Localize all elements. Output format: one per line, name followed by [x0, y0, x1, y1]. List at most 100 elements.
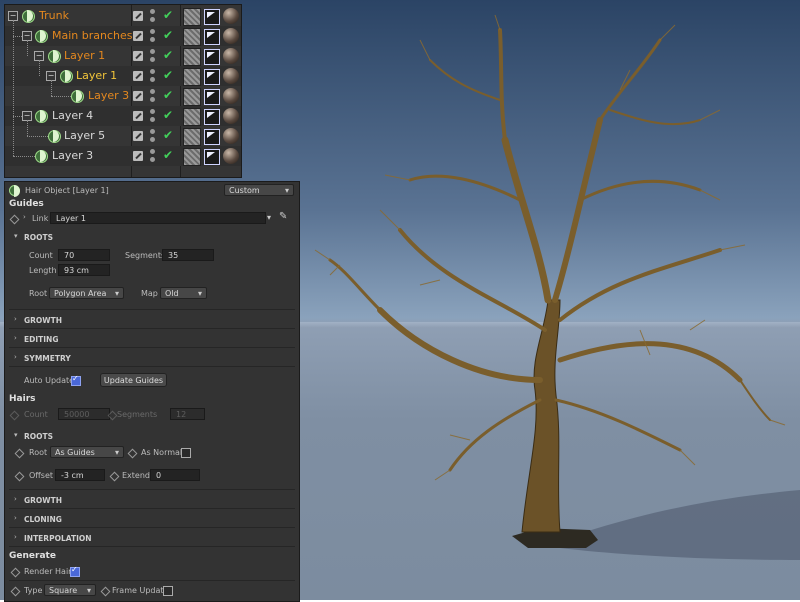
render-visibility-dot[interactable]: [150, 97, 155, 102]
type-dropdown[interactable]: Square: [44, 584, 96, 596]
render-visibility-dot[interactable]: [150, 137, 155, 142]
pick-icon[interactable]: ✎: [279, 211, 287, 222]
growth-group[interactable]: GROWTH: [24, 316, 62, 325]
hair-material-flag-icon[interactable]: [204, 29, 220, 45]
material-sphere-icon[interactable]: [223, 148, 239, 164]
cloning-group[interactable]: CLONING: [24, 515, 62, 524]
link-field[interactable]: Layer 1: [50, 212, 266, 224]
hair-material-flag-icon[interactable]: [204, 9, 220, 25]
object-name[interactable]: Layer 1: [64, 49, 105, 62]
object-name[interactable]: Trunk: [39, 9, 69, 22]
render-hairs-checkbox[interactable]: [70, 565, 80, 577]
editor-visibility-dot[interactable]: [150, 49, 155, 54]
checkmark-icon[interactable]: ✔: [163, 48, 173, 62]
editing-group[interactable]: EDITING: [24, 335, 58, 344]
render-visibility-dot[interactable]: [150, 37, 155, 42]
texture-tag-icon[interactable]: [183, 28, 201, 46]
chevron-right-icon[interactable]: ›: [14, 334, 17, 342]
object-row-main-branches[interactable]: − Main branches ✔: [5, 26, 241, 46]
chevron-right-icon[interactable]: ›: [14, 514, 17, 522]
editor-visibility-dot[interactable]: [150, 89, 155, 94]
keyframe-icon[interactable]: [14, 448, 25, 459]
edit-icon[interactable]: [133, 71, 143, 81]
keyframe-icon[interactable]: [109, 471, 120, 482]
texture-tag-icon[interactable]: [183, 68, 201, 86]
material-sphere-icon[interactable]: [223, 128, 239, 144]
map-dropdown[interactable]: Old: [160, 287, 207, 299]
object-row-layer-1-child[interactable]: − Layer 1 ✔: [5, 66, 241, 86]
hair-material-flag-icon[interactable]: [204, 129, 220, 145]
object-name[interactable]: Layer 3: [52, 149, 93, 162]
hairs-root-dropdown[interactable]: As Guides: [50, 446, 124, 458]
texture-tag-icon[interactable]: [183, 148, 201, 166]
edit-icon[interactable]: [133, 151, 143, 161]
hair-material-flag-icon[interactable]: [204, 149, 220, 165]
offset-field[interactable]: -3 cm: [55, 469, 105, 481]
object-name[interactable]: Layer 3: [88, 89, 129, 102]
chevron-right-icon[interactable]: ›: [14, 315, 17, 323]
hair-material-flag-icon[interactable]: [204, 49, 220, 65]
object-name[interactable]: Layer 4: [52, 109, 93, 122]
object-name[interactable]: Layer 5: [64, 129, 105, 142]
object-name[interactable]: Layer 1: [76, 69, 117, 82]
root-dropdown[interactable]: Polygon Area: [49, 287, 124, 299]
interpolation-group[interactable]: INTERPOLATION: [24, 534, 92, 543]
edit-icon[interactable]: [133, 91, 143, 101]
keyframe-icon[interactable]: [9, 410, 20, 421]
hairs-roots-group[interactable]: ROOTS: [24, 432, 53, 441]
chevron-right-icon[interactable]: ›: [23, 213, 26, 221]
edit-icon[interactable]: [133, 11, 143, 21]
render-visibility-dot[interactable]: [150, 17, 155, 22]
chevron-right-icon[interactable]: ›: [14, 495, 17, 503]
keyframe-icon[interactable]: [14, 471, 25, 482]
chevron-down-icon[interactable]: ▾: [14, 232, 18, 240]
keyframe-icon[interactable]: [10, 567, 21, 578]
keyframe-icon[interactable]: [10, 586, 21, 597]
texture-tag-icon[interactable]: [183, 48, 201, 66]
checkmark-icon[interactable]: ✔: [163, 28, 173, 42]
object-row-trunk[interactable]: − Trunk ✔: [5, 6, 241, 26]
hair-material-flag-icon[interactable]: [204, 89, 220, 105]
material-sphere-icon[interactable]: [223, 8, 239, 24]
material-sphere-icon[interactable]: [223, 88, 239, 104]
render-visibility-dot[interactable]: [150, 77, 155, 82]
mode-dropdown[interactable]: Custom: [224, 184, 294, 196]
segments-field[interactable]: 35: [162, 249, 214, 261]
render-visibility-dot[interactable]: [150, 157, 155, 162]
hairs-segments-field[interactable]: 12: [170, 408, 205, 420]
texture-tag-icon[interactable]: [183, 128, 201, 146]
hairs-growth-group[interactable]: GROWTH: [24, 496, 62, 505]
material-sphere-icon[interactable]: [223, 108, 239, 124]
keyframe-icon[interactable]: [100, 586, 111, 597]
update-guides-button[interactable]: Update Guides: [100, 373, 167, 387]
length-field[interactable]: 93 cm: [58, 264, 110, 276]
editor-visibility-dot[interactable]: [150, 109, 155, 114]
as-normal-checkbox[interactable]: [181, 448, 191, 458]
checkmark-icon[interactable]: ✔: [163, 148, 173, 162]
guides-roots-group[interactable]: ROOTS: [24, 233, 53, 242]
checkmark-icon[interactable]: ✔: [163, 8, 173, 22]
hair-material-flag-icon[interactable]: [204, 69, 220, 85]
chevron-right-icon[interactable]: ›: [14, 353, 17, 361]
render-visibility-dot[interactable]: [150, 57, 155, 62]
object-name[interactable]: Main branches: [52, 29, 133, 42]
object-row-layer-3-b[interactable]: Layer 3 ✔: [5, 146, 241, 166]
extend-field[interactable]: 0: [150, 469, 200, 481]
editor-visibility-dot[interactable]: [150, 129, 155, 134]
hair-material-flag-icon[interactable]: [204, 109, 220, 125]
material-sphere-icon[interactable]: [223, 68, 239, 84]
checkmark-icon[interactable]: ✔: [163, 88, 173, 102]
editor-visibility-dot[interactable]: [150, 69, 155, 74]
chevron-down-icon[interactable]: ▾: [14, 431, 18, 439]
texture-tag-icon[interactable]: [183, 8, 201, 26]
material-sphere-icon[interactable]: [223, 48, 239, 64]
edit-icon[interactable]: [133, 31, 143, 41]
edit-icon[interactable]: [133, 51, 143, 61]
object-row-layer-1[interactable]: − Layer 1 ✔: [5, 46, 241, 66]
hairs-count-field[interactable]: 50000: [58, 408, 110, 420]
frame-update-checkbox[interactable]: [163, 586, 173, 596]
edit-icon[interactable]: [133, 111, 143, 121]
link-menu-icon[interactable]: ▾: [267, 213, 271, 222]
edit-icon[interactable]: [133, 131, 143, 141]
object-row-layer-3[interactable]: Layer 3 ✔: [5, 86, 241, 106]
